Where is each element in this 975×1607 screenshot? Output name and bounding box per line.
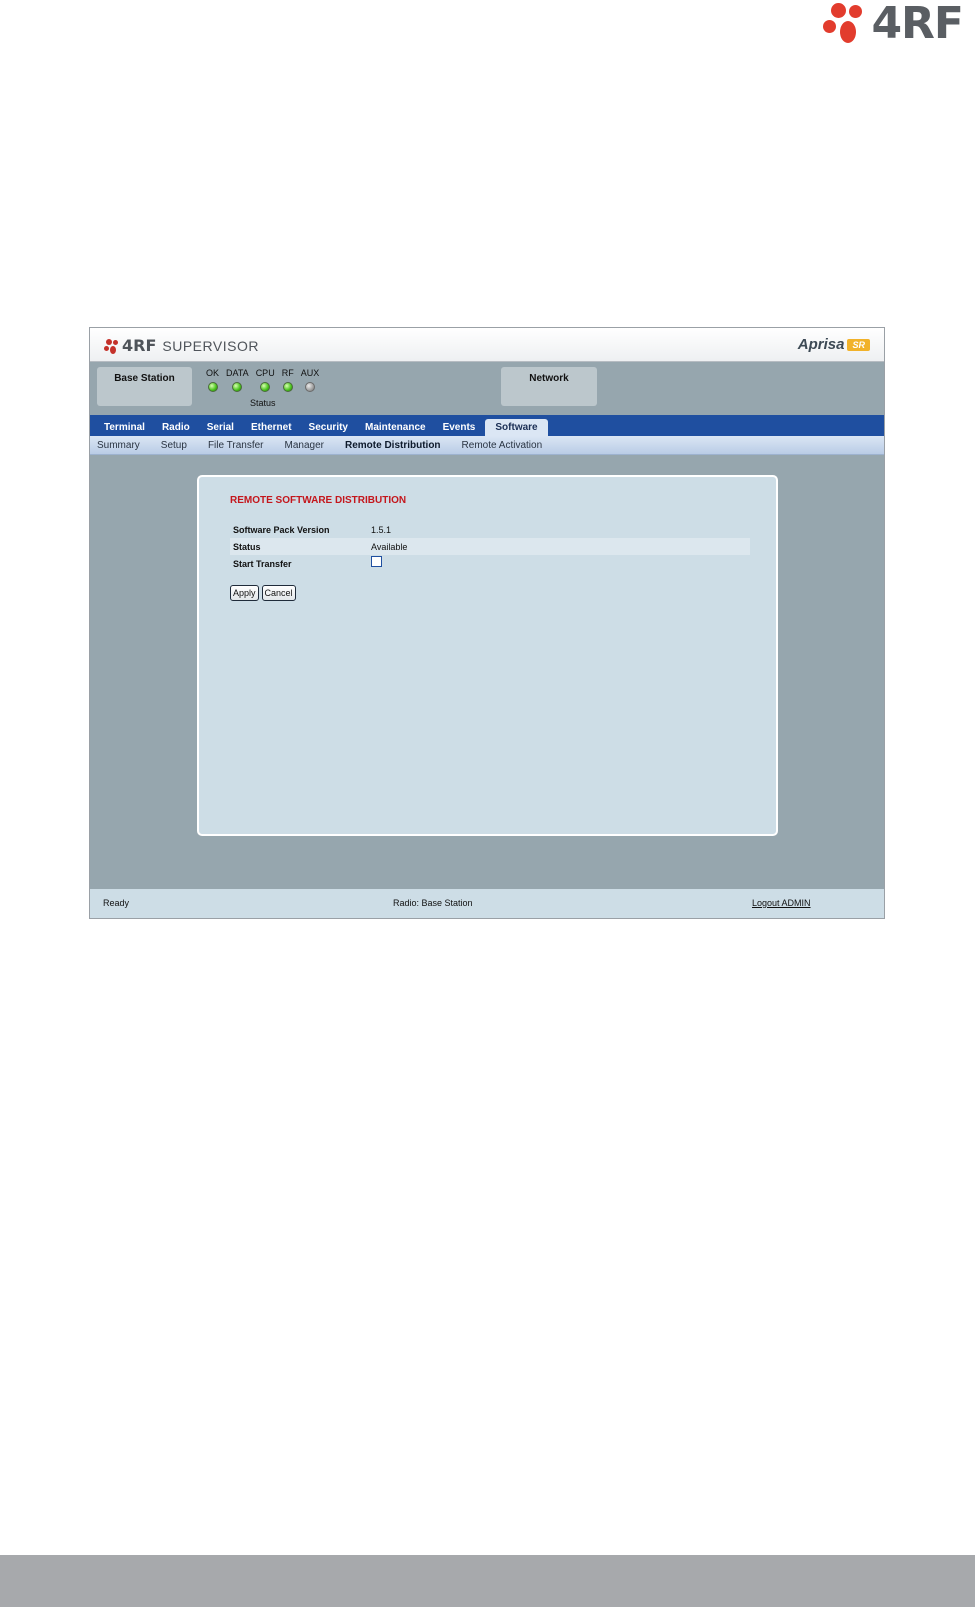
subtab-manager[interactable]: Manager bbox=[285, 440, 324, 451]
status-bar: Base Station OK DATA CPU RF AUX Status N… bbox=[90, 362, 884, 415]
base-station-label: Base Station bbox=[114, 373, 175, 384]
footer-state: Ready bbox=[103, 898, 130, 908]
tab-serial[interactable]: Serial bbox=[200, 419, 241, 436]
aprisa-logo-word: Aprisa bbox=[797, 336, 845, 353]
start-transfer-checkbox[interactable] bbox=[371, 556, 382, 567]
tab-terminal[interactable]: Terminal bbox=[97, 419, 152, 436]
page-logo-4rf: 4RF bbox=[823, 0, 964, 49]
led-label: RF bbox=[281, 368, 294, 378]
app-header: 4RF SUPERVISOR Aprisa SR bbox=[90, 328, 884, 362]
aprisa-logo: Aprisa SR bbox=[798, 336, 870, 353]
supervisor-window: 4RF SUPERVISOR Aprisa SR Base Station OK… bbox=[89, 327, 885, 919]
field-label: Status bbox=[233, 541, 261, 552]
status-caption: Status bbox=[250, 398, 276, 408]
sub-menu-bar: Summary Setup File Transfer Manager Remo… bbox=[90, 436, 884, 455]
main-tabbar: Terminal Radio Serial Ethernet Security … bbox=[90, 415, 884, 436]
field-value bbox=[371, 556, 750, 569]
supervisor-logo: 4RF SUPERVISOR bbox=[104, 336, 259, 355]
apply-button[interactable]: Apply bbox=[230, 585, 259, 601]
tab-security[interactable]: Security bbox=[302, 419, 355, 436]
field-value: 1.5.1 bbox=[371, 524, 392, 535]
network-label: Network bbox=[529, 373, 569, 384]
led-label: AUX bbox=[300, 368, 320, 378]
field-row-start-transfer: Start Transfer bbox=[230, 555, 750, 572]
footer-radio: Radio: Base Station bbox=[393, 898, 473, 908]
led-rf-icon bbox=[282, 382, 293, 392]
main-area: REMOTE SOFTWARE DISTRIBUTION Software Pa… bbox=[90, 455, 884, 880]
led-label: CPU bbox=[255, 368, 275, 378]
field-table: Software Pack Version 1.5.1 Status Avail… bbox=[230, 521, 750, 572]
tab-ethernet[interactable]: Ethernet bbox=[244, 419, 299, 436]
subtab-remote-distribution[interactable]: Remote Distribution bbox=[345, 440, 441, 451]
subtab-setup[interactable]: Setup bbox=[161, 440, 187, 451]
led-label: OK bbox=[206, 368, 220, 378]
supervisor-logo-word: SUPERVISOR bbox=[162, 337, 259, 354]
remote-distribution-panel: REMOTE SOFTWARE DISTRIBUTION Software Pa… bbox=[197, 475, 778, 836]
network-panel[interactable]: Network bbox=[501, 367, 597, 406]
aprisa-sr-badge: SR bbox=[847, 338, 870, 351]
led-indicators: OK DATA CPU RF AUX bbox=[206, 368, 326, 392]
led-cpu: CPU bbox=[256, 368, 275, 392]
led-label: DATA bbox=[226, 368, 249, 378]
page-footer-band bbox=[0, 1555, 975, 1607]
led-ok-icon bbox=[207, 382, 218, 392]
tab-radio[interactable]: Radio bbox=[155, 419, 197, 436]
led-data: DATA bbox=[226, 368, 249, 392]
logout-link[interactable]: Logout ADMIN bbox=[752, 898, 811, 908]
section-title: REMOTE SOFTWARE DISTRIBUTION bbox=[230, 495, 407, 506]
page-logo-text: 4RF bbox=[871, 0, 964, 49]
led-aux-icon bbox=[304, 382, 315, 392]
subtab-summary[interactable]: Summary bbox=[97, 440, 140, 451]
supervisor-logo-brand: 4RF bbox=[122, 336, 157, 355]
field-row-pack-version: Software Pack Version 1.5.1 bbox=[230, 521, 750, 538]
cancel-button[interactable]: Cancel bbox=[261, 585, 296, 601]
field-label: Start Transfer bbox=[233, 558, 292, 569]
field-label: Software Pack Version bbox=[233, 524, 330, 535]
subtab-file-transfer[interactable]: File Transfer bbox=[208, 440, 264, 451]
4rf-petals-icon bbox=[823, 1, 867, 47]
app-status-footer: Ready Radio: Base Station Logout ADMIN bbox=[90, 889, 884, 918]
led-data-icon bbox=[232, 382, 243, 392]
subtab-remote-activation[interactable]: Remote Activation bbox=[462, 440, 543, 451]
tab-maintenance[interactable]: Maintenance bbox=[358, 419, 433, 436]
led-rf: RF bbox=[282, 368, 294, 392]
tab-software[interactable]: Software bbox=[485, 419, 548, 436]
field-row-status: Status Available bbox=[230, 538, 750, 555]
field-value: Available bbox=[371, 541, 408, 552]
base-station-panel[interactable]: Base Station bbox=[97, 367, 192, 406]
led-aux: AUX bbox=[300, 368, 320, 392]
form-buttons: Apply Cancel bbox=[230, 585, 299, 601]
tab-events[interactable]: Events bbox=[436, 419, 483, 436]
led-ok: OK bbox=[206, 368, 219, 392]
led-cpu-icon bbox=[260, 382, 271, 392]
4rf-petals-icon bbox=[104, 338, 118, 354]
